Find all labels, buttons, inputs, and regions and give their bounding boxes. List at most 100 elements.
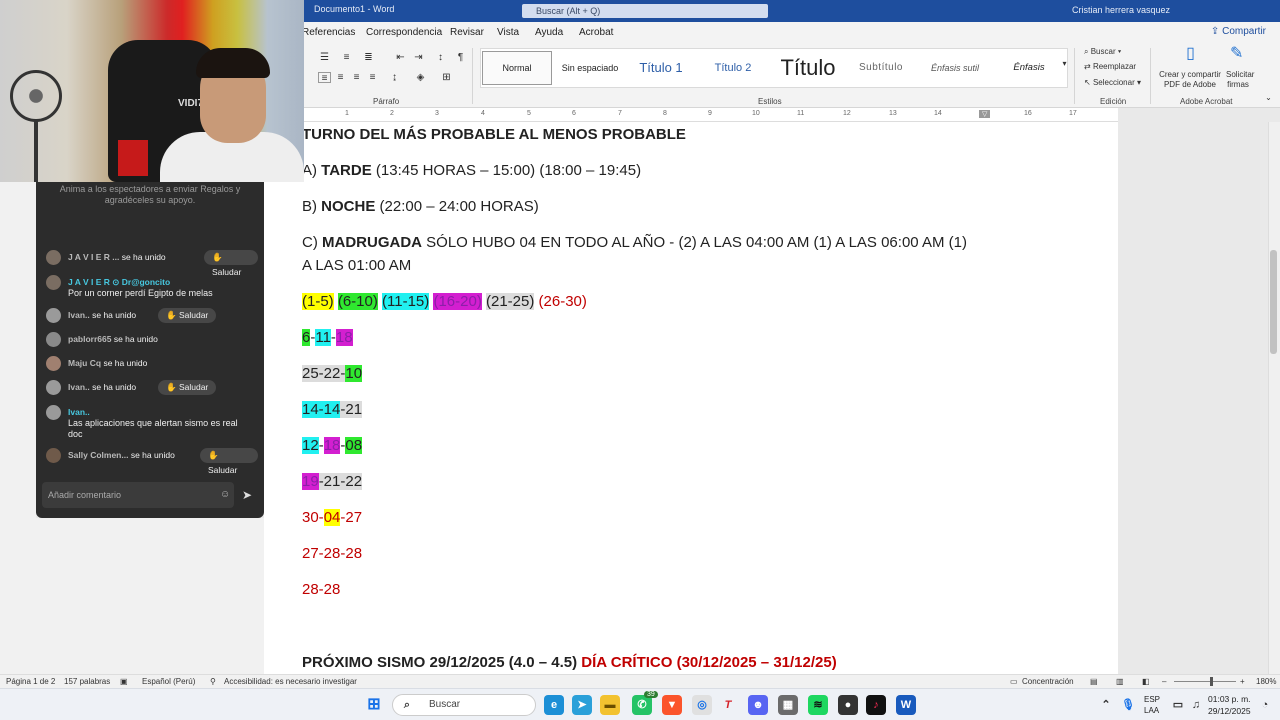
avatar[interactable] <box>46 380 61 395</box>
notifications-icon[interactable]: ◔ <box>1258 695 1272 715</box>
create-pdf-button[interactable]: Crear y compartir PDF de Adobe <box>1158 70 1222 90</box>
sort-icon[interactable]: ↕ <box>434 52 447 63</box>
edge-icon[interactable]: e <box>544 695 564 715</box>
avatar[interactable] <box>46 275 61 290</box>
align-right-icon[interactable]: ≡ <box>350 72 363 83</box>
accessibility-status[interactable]: Accesibilidad: es necesario investigar <box>224 677 357 686</box>
brave-icon[interactable]: ▼ <box>662 695 682 715</box>
avatar[interactable] <box>46 405 61 420</box>
chat-username[interactable]: J A V I E R ⊙ Dr@goncito <box>68 277 170 288</box>
tab-correspondencia[interactable]: Correspondencia <box>366 27 442 38</box>
whatsapp-icon[interactable]: ✆ <box>632 695 652 715</box>
borders-icon[interactable]: ⊞ <box>440 72 453 83</box>
greet-button[interactable]: ✋ Saludar <box>158 308 217 323</box>
comment-input[interactable]: Añadir comentario <box>42 482 234 508</box>
web-layout-icon[interactable]: ◧ <box>1142 677 1150 686</box>
telegram-icon[interactable]: ➤ <box>572 695 592 715</box>
shading-icon[interactable]: ◈ <box>414 72 427 83</box>
tiktok-icon[interactable]: ♪ <box>866 695 886 715</box>
chat-username[interactable]: pablorr665 se ha unido <box>68 334 158 344</box>
style-normal[interactable]: Normal <box>482 51 552 85</box>
tab-acrobat[interactable]: Acrobat <box>579 27 613 38</box>
sign-icon[interactable]: ✎ <box>1230 46 1243 66</box>
numbering-icon[interactable]: ≡ <box>340 52 353 63</box>
replace-button[interactable]: ⇄ Reemplazar <box>1084 62 1136 71</box>
vertical-scrollbar[interactable] <box>1268 122 1280 674</box>
chrome-icon[interactable]: ◎ <box>692 695 712 715</box>
greet-button[interactable]: ✋ Saludar <box>158 380 217 395</box>
style-sin-espaciado[interactable]: Sin espaciado <box>555 49 625 87</box>
zoom-in-icon[interactable]: + <box>1240 677 1245 686</box>
typing-app-icon[interactable]: T <box>718 695 738 715</box>
chevron-up-icon[interactable]: ⌃ <box>1096 695 1116 715</box>
zoom-out-icon[interactable]: – <box>1162 677 1166 686</box>
avatar[interactable] <box>46 356 61 371</box>
read-mode-icon[interactable]: ▤ <box>1090 677 1098 686</box>
chat-username[interactable]: Sally Colmen... se ha unido <box>68 450 175 460</box>
tab-revisar[interactable]: Revisar <box>450 27 484 38</box>
request-signatures-button[interactable]: Solicitar firmas <box>1226 70 1254 90</box>
media-app-icon[interactable]: ● <box>838 695 858 715</box>
justify-icon[interactable]: ≡ <box>366 72 379 83</box>
ruler-indent-marker[interactable]: ▽ <box>979 110 991 118</box>
word-icon[interactable]: W <box>896 695 916 715</box>
find-button[interactable]: ⌕ Buscar ▾ <box>1084 47 1121 57</box>
style-titulo-2[interactable]: Título 2 <box>699 49 767 87</box>
proofing-icon[interactable]: ▣ <box>120 677 128 686</box>
chat-username[interactable]: Ivan.. <box>68 407 90 417</box>
avatar[interactable] <box>46 308 61 323</box>
align-left-icon[interactable]: ≡ <box>318 72 331 84</box>
multilevel-list-icon[interactable]: ≣ <box>362 52 375 63</box>
scrollbar-thumb[interactable] <box>1270 250 1277 354</box>
style-titulo[interactable]: Título <box>769 49 847 87</box>
select-button[interactable]: ↖ Seleccionar ▾ <box>1084 78 1141 87</box>
line-spacing-icon[interactable]: ↨ <box>388 72 401 83</box>
chat-username[interactable]: Maju Cq se ha unido <box>68 358 147 368</box>
tab-vista[interactable]: Vista <box>497 27 519 38</box>
send-icon[interactable]: ➤ <box>242 488 252 502</box>
microphone-icon[interactable]: 🎙 <box>1118 695 1138 715</box>
zoom-slider[interactable] <box>1174 681 1236 682</box>
avatar[interactable] <box>46 448 61 463</box>
focus-icon[interactable]: ▭ <box>1010 677 1018 686</box>
pdf-icon[interactable]: ▯ <box>1184 46 1197 66</box>
greet-button[interactable]: ✋ Saludar <box>200 448 258 475</box>
decrease-indent-icon[interactable]: ⇤ <box>394 52 407 63</box>
discord-icon[interactable]: ☻ <box>748 695 768 715</box>
input-language[interactable]: ESP LAA <box>1144 694 1160 716</box>
style-titulo-1[interactable]: Título 1 <box>627 49 695 87</box>
show-marks-icon[interactable]: ¶ <box>454 52 467 63</box>
chat-username[interactable]: Ivan.. se ha unido <box>68 382 136 392</box>
chat-username[interactable]: J A V I E R ... se ha unido <box>68 252 166 262</box>
styles-more-icon[interactable]: ▾ <box>1058 58 1071 69</box>
spotify-icon[interactable]: ≋ <box>808 695 828 715</box>
zoom-slider-thumb[interactable] <box>1210 677 1213 686</box>
calculator-icon[interactable]: ▦ <box>778 695 798 715</box>
tab-ayuda[interactable]: Ayuda <box>535 27 563 38</box>
ribbon-search-box[interactable]: Buscar (Alt + Q) <box>522 4 768 18</box>
page-count[interactable]: Página 1 de 2 <box>6 677 55 686</box>
network-icon[interactable]: ▭ <box>1168 695 1188 715</box>
collapse-ribbon-icon[interactable]: ⌄ <box>1262 92 1275 103</box>
tab-referencias[interactable]: Referencias <box>302 27 355 38</box>
language-status[interactable]: Español (Perú) <box>142 677 195 686</box>
windows-start-icon[interactable]: ⊞ <box>364 695 384 715</box>
style-enfasis[interactable]: Énfasis <box>993 49 1065 87</box>
avatar[interactable] <box>46 250 61 265</box>
focus-mode[interactable]: Concentración <box>1022 677 1074 686</box>
share-button[interactable]: ⇪ Compartir <box>1211 26 1266 37</box>
file-explorer-icon[interactable]: ▬ <box>600 695 620 715</box>
emoji-icon[interactable]: ☺ <box>220 489 230 500</box>
greet-button[interactable]: ✋ Saludar <box>204 250 258 277</box>
print-layout-icon[interactable]: ▥ <box>1116 677 1124 686</box>
zoom-level[interactable]: 180% <box>1256 677 1276 686</box>
style-enfasis-sutil[interactable]: Énfasis sutil <box>917 49 993 87</box>
word-count[interactable]: 157 palabras <box>64 677 110 686</box>
user-name[interactable]: Cristian herrera vasquez <box>1072 5 1170 15</box>
style-subtitulo[interactable]: Subtítulo <box>847 49 915 87</box>
avatar[interactable] <box>46 332 61 347</box>
clock[interactable]: 01:03 p. m. 29/12/2025 <box>1208 693 1251 717</box>
chat-username[interactable]: Ivan.. se ha unido <box>68 310 136 320</box>
volume-icon[interactable]: ♫ <box>1186 695 1206 715</box>
document-page[interactable]: TURNO DEL MÁS PROBABLE AL MENOS PROBABLE… <box>300 122 1118 674</box>
